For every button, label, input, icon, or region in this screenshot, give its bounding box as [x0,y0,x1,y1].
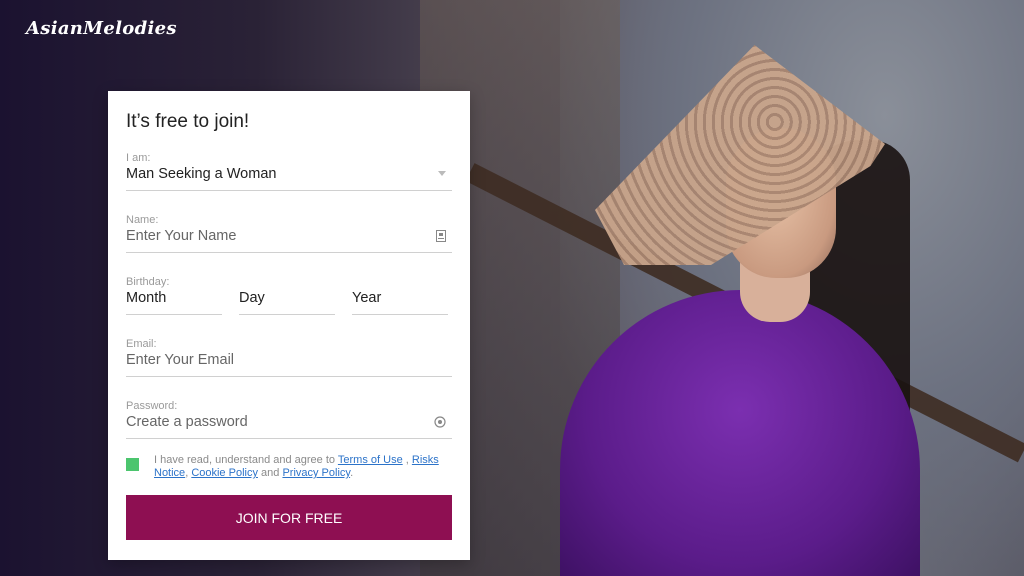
name-underline [126,252,452,253]
site-logo[interactable]: AsianMelodies [26,18,177,39]
terms-comma: , [405,454,409,466]
password-field[interactable]: Password: Create a password [126,400,452,440]
birthday-month[interactable]: Month [126,290,166,306]
terms-comma-2: , [185,467,189,479]
privacy-policy-link[interactable]: Privacy Policy [282,467,350,479]
eye-icon[interactable] [434,416,446,431]
chevron-down-icon[interactable] [438,168,446,180]
password-input[interactable]: Create a password [126,414,248,430]
day-underline [239,314,335,315]
terms-checkbox[interactable] [126,458,139,471]
password-underline [126,438,452,439]
name-input[interactable]: Enter Your Name [126,228,236,244]
terms-of-use-link[interactable]: Terms of Use [338,454,403,466]
cookie-policy-link[interactable]: Cookie Policy [191,467,258,479]
terms-prefix: I have read, understand and agree to [154,454,336,466]
iam-label: I am: [126,152,151,164]
terms-text: I have read, understand and agree to Ter… [154,454,450,480]
iam-value[interactable]: Man Seeking a Woman [126,166,276,182]
birthday-label: Birthday: [126,276,170,288]
birthday-day[interactable]: Day [239,290,265,306]
join-button[interactable]: JOIN FOR FREE [126,495,452,540]
signup-title: It’s free to join! [126,111,250,132]
iam-underline [126,190,452,191]
email-underline [126,376,452,377]
email-input[interactable]: Enter Your Email [126,352,234,368]
birthday-field: Birthday: Month Day Year [126,276,452,316]
email-label: Email: [126,338,157,350]
iam-select[interactable]: I am: Man Seeking a Woman [126,152,452,192]
email-field[interactable]: Email: Enter Your Email [126,338,452,378]
terms-and: and [261,467,280,479]
name-field[interactable]: Name: Enter Your Name [126,214,452,254]
name-label: Name: [126,214,159,226]
birthday-year[interactable]: Year [352,290,381,306]
terms-period: . [350,467,354,479]
signup-card: It’s free to join! I am: Man Seeking a W… [108,91,470,560]
month-underline [126,314,222,315]
password-label: Password: [126,400,178,412]
id-card-icon [436,230,446,245]
year-underline [352,314,448,315]
